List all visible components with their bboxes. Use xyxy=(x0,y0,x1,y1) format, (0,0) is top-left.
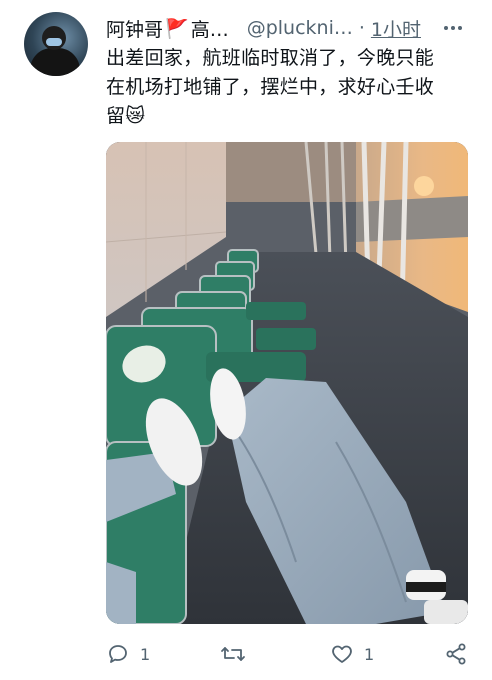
separator-dot: · xyxy=(358,17,365,39)
retweet-button[interactable] xyxy=(220,642,256,666)
reply-button[interactable]: 1 xyxy=(106,642,150,666)
retweet-icon xyxy=(221,647,245,661)
user-handle[interactable]: @pluckni… xyxy=(247,17,353,39)
tweet[interactable]: 阿钟哥 🚩 高… @pluckni… · 1小时 出差回家，航班临时取消了，今晚… xyxy=(0,0,492,680)
like-count: 1 xyxy=(364,644,375,664)
reply-icon xyxy=(109,645,127,663)
more-dots-icon[interactable] xyxy=(444,22,468,34)
red-flag-icon: 🚩 xyxy=(165,17,189,40)
like-button[interactable]: 1 xyxy=(330,642,374,666)
heart-icon xyxy=(332,645,352,663)
tweet-actions: 1 1 xyxy=(106,640,468,670)
tweet-text-line: 留😿 xyxy=(106,105,146,127)
tweet-timestamp[interactable]: 1小时 xyxy=(371,15,421,42)
avatar[interactable] xyxy=(24,12,88,76)
airport-lounge-photo xyxy=(106,142,468,624)
avatar-body xyxy=(30,48,80,76)
display-name[interactable]: 阿钟哥 xyxy=(106,15,163,42)
tweet-header: 阿钟哥 🚩 高… @pluckni… · 1小时 xyxy=(106,14,472,42)
tweet-text-line: 在机场打地铺了，摆烂中，求好心壬收 xyxy=(106,76,435,98)
tweet-photo[interactable] xyxy=(106,142,468,624)
avatar-mask xyxy=(46,38,62,46)
tweet-text-line: 出差回家，航班临时取消了，今晚只能 xyxy=(106,47,435,69)
display-name-suffix[interactable]: 高… xyxy=(191,15,229,42)
share-button[interactable] xyxy=(444,642,468,666)
tweet-text: 出差回家，航班临时取消了，今晚只能 在机场打地铺了，摆烂中，求好心壬收 留😿 xyxy=(106,44,468,131)
share-icon xyxy=(446,643,466,665)
reply-count: 1 xyxy=(140,644,151,664)
